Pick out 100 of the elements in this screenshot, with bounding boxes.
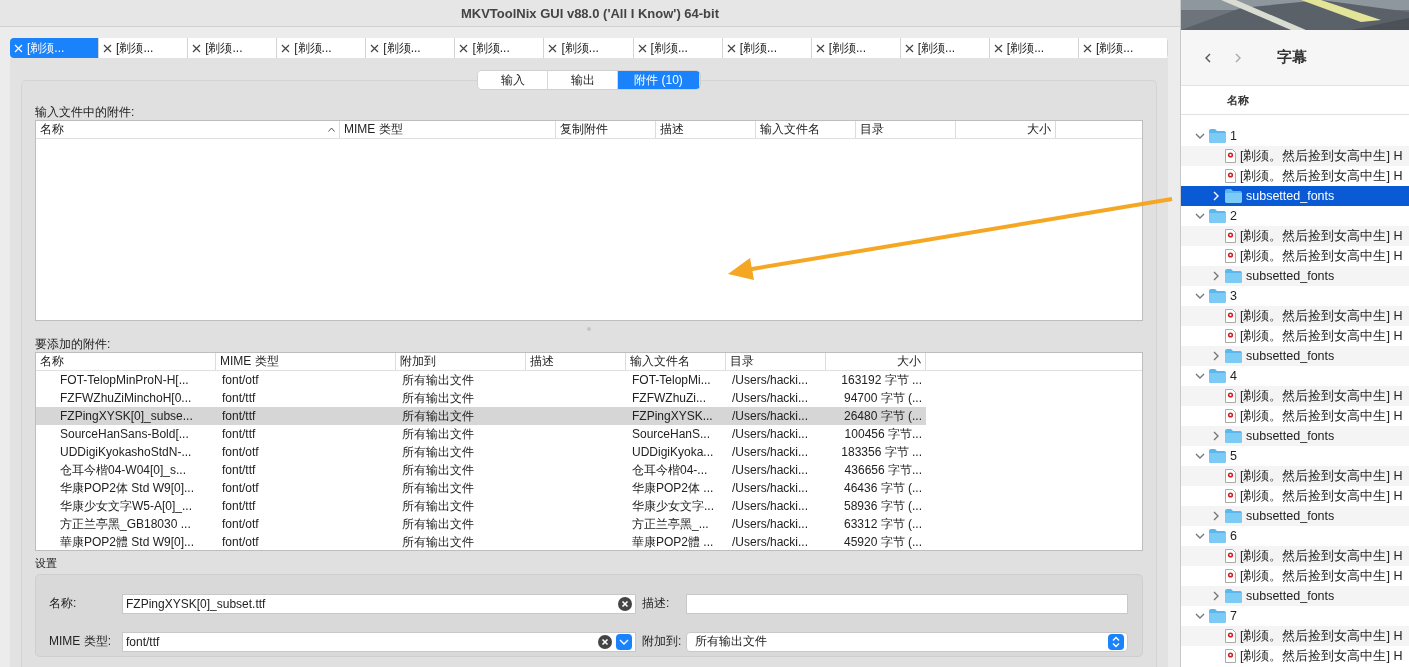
table-cell-text: font/otf — [221, 444, 260, 461]
column-header[interactable]: 描述 — [656, 121, 756, 138]
section-tab[interactable]: 附件 (10) — [618, 71, 700, 89]
table-cell-text: 46436 字节 (... — [842, 479, 923, 497]
column-header[interactable]: MIME 类型 — [216, 353, 396, 370]
section-tab[interactable]: 输入 — [478, 71, 549, 89]
close-icon[interactable] — [459, 43, 469, 53]
subtitle-file-icon — [1225, 629, 1236, 643]
table-cell-text: 所有输出文件 — [401, 497, 475, 515]
column-header[interactable]: 目录 — [726, 353, 826, 370]
folder-row[interactable]: subsetted_fonts — [1181, 266, 1409, 286]
table-cell-text: font/otf — [221, 516, 260, 533]
attachment-row[interactable]: UDDigiKyokashoStdN-... font/otf 所有输出文件 UDDigiKyoka... /Users/hacki... 183356 字节 ... — [36, 443, 926, 461]
clear-icon[interactable] — [618, 596, 632, 611]
subtitle-file-icon — [1225, 489, 1236, 503]
folder-row[interactable]: subsetted_fonts — [1181, 586, 1409, 606]
mime-type-field[interactable]: font/ttf — [122, 631, 636, 652]
folder-title: 字幕 — [1277, 48, 1307, 67]
subtitle-file-icon — [1225, 549, 1236, 563]
forward-icon — [1233, 52, 1243, 63]
chevron-right-icon — [1211, 511, 1221, 521]
folder-icon — [1209, 209, 1226, 223]
table-cell-text: 華康POP2體 Std W9[0]... — [59, 533, 196, 550]
close-icon[interactable] — [1082, 43, 1092, 53]
file-row[interactable]: [剃须。然后捡到女高中生] H — [1181, 226, 1409, 246]
chevron-down-icon — [1195, 611, 1205, 621]
table-cell-text: /Users/hacki... — [731, 444, 810, 461]
folder-row[interactable]: subsetted_fonts — [1181, 506, 1409, 526]
file-row[interactable]: [剃须。然后捡到女高中生] H — [1181, 546, 1409, 566]
table-cell-text: font/otf — [221, 372, 260, 389]
file-tab[interactable]: [剃须... — [10, 38, 100, 58]
section-label: 输入文件中的附件: — [35, 105, 136, 119]
column-header[interactable]: 大小 — [826, 353, 926, 370]
attach-to-select[interactable]: 所有输出文件 — [686, 631, 1128, 652]
close-icon[interactable] — [726, 43, 736, 53]
table-cell-text: 所有输出文件 — [401, 371, 475, 389]
folder-icon — [1209, 449, 1226, 463]
attachment-row[interactable]: SourceHanSans-Bold[... font/ttf 所有输出文件 SourceHanS... /Users/hacki... 100456 字节... — [36, 425, 926, 443]
file-row[interactable]: [剃须。然后捡到女高中生] H — [1181, 626, 1409, 646]
table-cell-text: 183356 字节 ... — [840, 443, 923, 461]
folder-row[interactable]: subsetted_fonts — [1181, 426, 1409, 446]
attachment-row[interactable]: FZPingXYSK[0]_subse... font/ttf 所有输出文件 FZPingXYSK... /Users/hacki... 26480 字节 (... — [36, 407, 926, 425]
column-header[interactable]: 名称 — [36, 121, 340, 138]
section-label: 设置 — [35, 556, 58, 570]
table-cell-text: 方正兰亭黑_... — [631, 515, 710, 533]
close-icon[interactable] — [993, 43, 1003, 53]
column-header[interactable]: 大小 — [956, 121, 1056, 138]
table-cell-text: font/ttf — [221, 462, 257, 479]
dropdown-button[interactable] — [616, 633, 632, 650]
attachment-row[interactable]: 華康POP2體 Std W9[0]... font/otf 所有输出文件 華康POP2體 ... /Users/hacki... 45920 字节 (... — [36, 533, 926, 550]
table-cell-text: 华康少女文字W5-A[0]_... — [59, 497, 194, 515]
column-header[interactable]: 名称 — [1227, 92, 1249, 108]
close-icon[interactable] — [548, 43, 558, 53]
up-down-icon — [1108, 633, 1124, 650]
column-header[interactable]: 输入文件名 — [756, 121, 856, 138]
column-header[interactable]: 附加到 — [396, 353, 526, 370]
table-cell-text: font/otf — [221, 534, 260, 550]
file-row[interactable]: [剃须。然后捡到女高中生] H — [1181, 466, 1409, 486]
close-icon[interactable] — [637, 43, 647, 53]
close-icon[interactable] — [904, 43, 914, 53]
folder-icon — [1209, 529, 1226, 543]
field-label: 附加到: — [641, 633, 683, 650]
column-header[interactable]: 目录 — [856, 121, 956, 138]
folder-row[interactable]: subsetted_fonts — [1181, 186, 1409, 206]
close-icon[interactable] — [370, 43, 380, 53]
table-cell-text: UDDigiKyoka... — [631, 444, 715, 461]
file-row[interactable]: [剃须。然后捡到女高中生] H — [1181, 146, 1409, 166]
table-cell-text: 华康POP2体 Std W9[0]... — [59, 479, 196, 497]
chevron-down-icon — [1195, 211, 1205, 221]
column-header[interactable]: 输入文件名 — [626, 353, 726, 370]
attachment-row[interactable]: 华康少女文字W5-A[0]_... font/ttf 所有输出文件 华康少女文字... /Users/hacki... 58936 字节 (... — [36, 497, 926, 515]
attachment-row[interactable]: 仓耳今楷04-W04[0]_s... font/ttf 所有输出文件 仓耳今楷04-... /Users/hacki... 436656 字节... — [36, 461, 926, 479]
attachment-row[interactable]: FOT-TelopMinProN-H[... font/otf 所有输出文件 FOT-TelopMi... /Users/hacki... 163192 字节 ... — [36, 371, 926, 389]
column-header[interactable]: MIME 类型 — [340, 121, 556, 138]
column-header[interactable]: 复制附件 — [556, 121, 656, 138]
table-cell-text: 63312 字节 (... — [842, 515, 923, 533]
table-cell-text: 华康POP2体 ... — [631, 479, 715, 497]
clear-icon[interactable] — [598, 634, 612, 649]
attachment-row[interactable]: 华康POP2体 Std W9[0]... font/otf 所有输出文件 华康POP2体 ... /Users/hacki... 46436 字节 (... — [36, 479, 926, 497]
close-icon[interactable] — [281, 43, 291, 53]
attachment-row[interactable]: FZFWZhuZiMinchoH[0... font/ttf 所有输出文件 FZFWZhuZi... /Users/hacki... 94700 字节 (... — [36, 389, 926, 407]
file-row[interactable]: [剃须。然后捡到女高中生] H — [1181, 386, 1409, 406]
name-field[interactable]: FZPingXYSK[0]_subset.ttf — [122, 593, 636, 614]
column-header[interactable]: 名称 — [36, 353, 216, 370]
folder-icon — [1225, 509, 1242, 523]
chevron-down-icon — [1195, 371, 1205, 381]
close-icon[interactable] — [192, 43, 202, 53]
folder-row[interactable]: subsetted_fonts — [1181, 346, 1409, 366]
description-field[interactable] — [686, 593, 1128, 614]
file-row[interactable]: [剃须。然后捡到女高中生] H — [1181, 306, 1409, 326]
subtitle-file-icon — [1225, 569, 1236, 583]
close-icon[interactable] — [815, 43, 825, 53]
table-cell-text: /Users/hacki... — [731, 372, 810, 389]
subtitle-file-icon — [1225, 169, 1236, 183]
close-icon[interactable] — [103, 43, 113, 53]
attachment-row[interactable]: 方正兰亭黑_GB18030 ... font/otf 所有输出文件 方正兰亭黑_... /Users/hacki... 63312 字节 (... — [36, 515, 926, 533]
column-header[interactable]: 描述 — [526, 353, 626, 370]
table-cell-text: 所有输出文件 — [401, 479, 475, 497]
chevron-right-icon — [1211, 591, 1221, 601]
subtitle-file-icon — [1225, 409, 1236, 423]
